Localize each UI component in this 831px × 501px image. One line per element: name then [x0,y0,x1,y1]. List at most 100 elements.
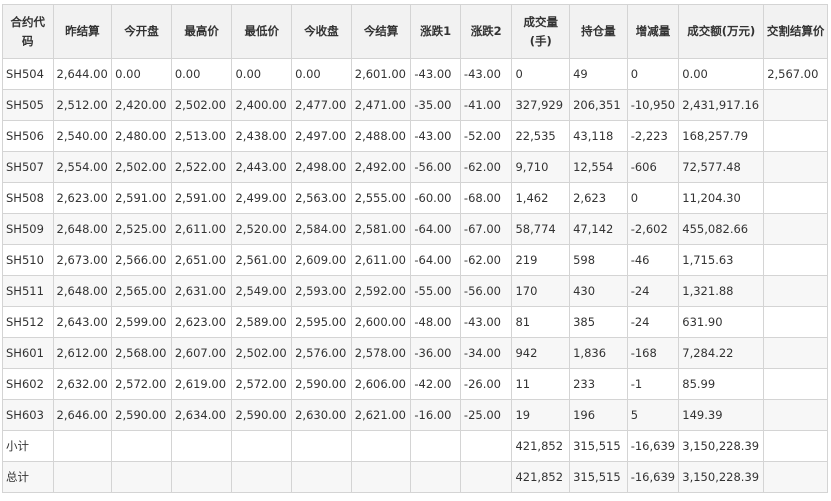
contract-code-cell: SH507 [2,151,54,183]
table-cell: -64.00 [410,213,461,245]
table-cell: 2,513.00 [170,120,233,152]
table-cell: 12,554 [569,151,628,183]
table-cell [170,461,233,493]
table-cell: 2,563.00 [291,182,352,214]
column-header: 合约代码 [2,4,54,59]
table-row: SH510 2,673.00 2,566.00 2,651.00 2,561.00 2,6… [2,244,828,276]
table-cell: 2,512.00 [52,89,113,121]
table-cell: 2,600.00 [350,306,412,338]
table-cell [763,182,828,214]
column-header: 最低价 [231,4,293,59]
table-cell: 2,648.00 [52,213,113,245]
table-cell: 2,492.00 [350,151,412,183]
table-cell: 2,593.00 [291,275,352,307]
table-cell: 2,525.00 [111,213,172,245]
table-cell: 196 [569,399,628,431]
table-cell: 455,082.66 [678,213,765,245]
table-cell: 421,852 [511,430,571,462]
table-cell: 2,578.00 [350,337,412,369]
table-cell: 2,438.00 [231,120,293,152]
table-cell: 2,566.00 [111,244,172,276]
table-cell: 2,576.00 [291,337,352,369]
table-cell: 2,520.00 [231,213,293,245]
table-cell: 598 [569,244,628,276]
table-cell: 219 [511,244,571,276]
table-cell [291,430,352,462]
table-cell: 2,584.00 [291,213,352,245]
table-cell: 2,611.00 [170,213,233,245]
table-cell: 2,630.00 [291,399,352,431]
table-cell: 2,592.00 [350,275,412,307]
table-cell: 0.00 [291,58,352,90]
table-cell: -62.00 [459,244,513,276]
table-cell: 1,321.88 [678,275,765,307]
table-row: SH601 2,612.00 2,568.00 2,607.00 2,502.00 2,5… [2,337,828,369]
market-data-table: 合约代码 昨结算 今开盘 最高价 最低价 今收盘 今结算 涨跌1 涨跌2 成交量(手) 持仓量 增减量… [2,4,828,493]
table-cell: -48.00 [410,306,461,338]
table-cell: 2,651.00 [170,244,233,276]
table-cell: 2,549.00 [231,275,293,307]
table-cell: 2,477.00 [291,89,352,121]
table-cell: 2,648.00 [52,275,113,307]
table-cell: -26.00 [459,368,513,400]
table-cell: 2,522.00 [170,151,233,183]
table-cell: 11 [511,368,571,400]
table-cell: 2,502.00 [111,151,172,183]
table-cell: 49 [569,58,628,90]
table-cell: 2,611.00 [350,244,412,276]
table-cell: -43.00 [459,58,513,90]
contract-code-cell: SH509 [2,213,54,245]
table-cell: 2,591.00 [111,182,172,214]
table-cell: 2,581.00 [350,213,412,245]
table-row: SH504 2,644.00 0.00 0.00 0.00 0.00 2,601.00 -43… [2,58,828,90]
table-cell: 430 [569,275,628,307]
table-cell: 2,643.00 [52,306,113,338]
table-cell [763,430,828,462]
table-cell: -64.00 [410,244,461,276]
table-cell: 0.00 [231,58,293,90]
contract-code-cell: SH512 [2,306,54,338]
contract-code-cell: 总计 [2,461,54,493]
table-cell: -62.00 [459,151,513,183]
column-header: 昨结算 [52,4,113,59]
table-cell: -56.00 [459,275,513,307]
table-cell [763,151,828,183]
column-header: 成交额(万元) [678,4,765,59]
table-cell [763,337,828,369]
table-cell: 2,590.00 [231,399,293,431]
table-cell: 11,204.30 [678,182,765,214]
table-cell: 2,480.00 [111,120,172,152]
table-cell: 0.00 [111,58,172,90]
table-row: SH602 2,632.00 2,572.00 2,619.00 2,572.00 2,5… [2,368,828,400]
table-cell: 0 [511,58,571,90]
table-row: SH509 2,648.00 2,525.00 2,611.00 2,520.00 2,5… [2,213,828,245]
table-cell [763,368,828,400]
table-cell: -35.00 [410,89,461,121]
table-cell: 2,555.00 [350,182,412,214]
table-cell: 2,634.00 [170,399,233,431]
table-cell: 2,554.00 [52,151,113,183]
table-cell: 2,572.00 [111,368,172,400]
table-cell: 2,599.00 [111,306,172,338]
contract-code-cell: SH511 [2,275,54,307]
table-cell: 2,623 [569,182,628,214]
table-cell: -46 [626,244,680,276]
table-cell: 1,715.63 [678,244,765,276]
table-cell: 2,612.00 [52,337,113,369]
table-cell: 58,774 [511,213,571,245]
table-cell: 81 [511,306,571,338]
table-cell: 2,499.00 [231,182,293,214]
contract-code-cell: SH603 [2,399,54,431]
table-cell: 1,836 [569,337,628,369]
table-cell [459,461,513,493]
table-cell: 0 [626,182,680,214]
table-cell [763,244,828,276]
table-cell: 2,471.00 [350,89,412,121]
table-cell: -43.00 [410,58,461,90]
table-row: SH505 2,512.00 2,420.00 2,502.00 2,400.00 2,4… [2,89,828,121]
table-cell: 2,601.00 [350,58,412,90]
table-cell: -16.00 [410,399,461,431]
table-cell [291,461,352,493]
table-cell: -2,223 [626,120,680,152]
table-cell [350,461,412,493]
